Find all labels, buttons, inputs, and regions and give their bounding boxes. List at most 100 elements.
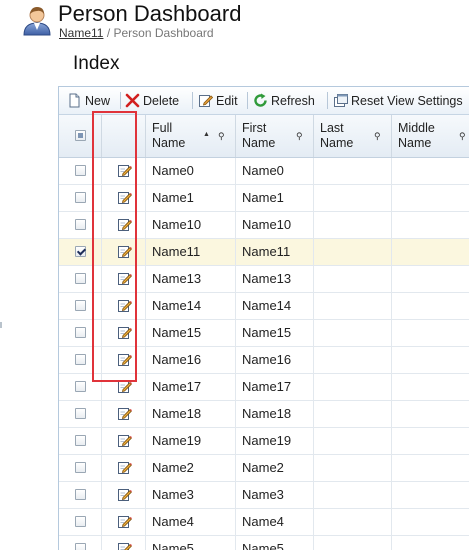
row-edit-cell [102,185,146,211]
new-doc-icon [67,93,82,108]
row-checkbox[interactable] [75,273,86,284]
table-header: FullName ▲ ⚲ FirstName ⚲ LastName ⚲ Midd… [59,115,469,158]
table-row[interactable]: Name16 Name16 [59,347,469,374]
last-name-cell [314,509,392,535]
row-checkbox[interactable] [75,192,86,203]
full-name-cell: Name17 [146,374,236,400]
edit-row-icon[interactable] [117,460,132,475]
table-row[interactable]: Name5 Name5 [59,536,469,550]
page-header: Person Dashboard Name11 / Person Dashboa… [0,0,469,50]
sort-ascending-icon[interactable]: ▲ [203,131,210,138]
middle-name-cell [392,293,469,319]
middle-name-cell [392,320,469,346]
table-row[interactable]: Name10 Name10 [59,212,469,239]
edit-row-icon[interactable] [117,244,132,259]
edit-row-icon[interactable] [117,379,132,394]
edit-button[interactable]: Edit [198,93,238,109]
table-body: Name0 Name0 Name1 Name1 [59,158,469,550]
table-row[interactable]: Name1 Name1 [59,185,469,212]
edit-row-icon[interactable] [117,406,132,421]
row-checkbox[interactable] [75,408,86,419]
last-name-cell [314,428,392,454]
filter-pin-icon[interactable]: ⚲ [374,131,381,142]
row-checkbox[interactable] [75,354,86,365]
full-name-cell: Name13 [146,266,236,292]
row-select-cell [59,266,102,292]
select-all-checkbox[interactable] [75,130,86,141]
row-checkbox[interactable] [75,435,86,446]
middle-name-cell [392,239,469,265]
full-name-cell: Name2 [146,455,236,481]
edit-row-icon[interactable] [117,163,132,178]
filter-pin-icon[interactable]: ⚲ [459,131,466,142]
first-name-cell: Name4 [236,509,314,535]
table-row[interactable]: Name15 Name15 [59,320,469,347]
breadcrumb-link[interactable]: Name11 [59,26,103,40]
table-row[interactable]: Name4 Name4 [59,509,469,536]
delete-button[interactable]: Delete [125,93,179,109]
last-name-cell [314,293,392,319]
table-row[interactable]: Name0 Name0 [59,158,469,185]
full-name-cell: Name16 [146,347,236,373]
row-select-cell [59,158,102,184]
edit-row-icon[interactable] [117,271,132,286]
row-edit-cell [102,158,146,184]
header-full-name[interactable]: FullName ▲ ⚲ [146,115,236,157]
row-checkbox[interactable] [75,516,86,527]
row-checkbox[interactable] [75,489,86,500]
new-button[interactable]: New [67,93,110,109]
middle-name-cell [392,158,469,184]
row-checkbox[interactable] [75,165,86,176]
full-name-cell: Name18 [146,401,236,427]
table-row[interactable]: Name18 Name18 [59,401,469,428]
row-checkbox[interactable] [75,219,86,230]
edit-row-icon[interactable] [117,487,132,502]
row-checkbox[interactable] [75,381,86,392]
edit-row-icon[interactable] [117,352,132,367]
table-row[interactable]: Name13 Name13 [59,266,469,293]
table-row[interactable]: Name11 Name11 [59,239,469,266]
full-name-cell: Name10 [146,212,236,238]
row-select-cell [59,401,102,427]
filter-pin-icon[interactable]: ⚲ [296,131,303,142]
last-name-cell [314,185,392,211]
row-select-cell [59,212,102,238]
first-name-cell: Name1 [236,185,314,211]
middle-name-cell [392,185,469,211]
table-row[interactable]: Name14 Name14 [59,293,469,320]
header-first-name[interactable]: FirstName ⚲ [236,115,314,157]
table-row[interactable]: Name3 Name3 [59,482,469,509]
row-select-cell [59,320,102,346]
grid-toolbar: New Delete Edit Refresh [59,87,469,115]
row-checkbox[interactable] [75,327,86,338]
edit-row-icon[interactable] [117,325,132,340]
first-name-cell: Name10 [236,212,314,238]
reset-view-settings-button[interactable]: Reset View Settings [333,93,463,109]
page-title: Person Dashboard [58,1,241,27]
header-last-name[interactable]: LastName ⚲ [314,115,392,157]
last-name-cell [314,455,392,481]
data-grid: New Delete Edit Refresh [58,86,469,550]
row-edit-cell [102,320,146,346]
first-name-cell: Name0 [236,158,314,184]
table-row[interactable]: Name19 Name19 [59,428,469,455]
edit-row-icon[interactable] [117,433,132,448]
row-edit-cell [102,347,146,373]
edit-row-icon[interactable] [117,514,132,529]
row-checkbox[interactable] [75,246,86,257]
full-name-cell: Name14 [146,293,236,319]
filter-pin-icon[interactable]: ⚲ [218,131,225,142]
row-checkbox[interactable] [75,462,86,473]
header-middle-name[interactable]: MiddleName ⚲ [392,115,469,157]
edit-row-icon[interactable] [117,298,132,313]
last-name-cell [314,320,392,346]
edit-row-icon[interactable] [117,190,132,205]
refresh-button[interactable]: Refresh [253,93,315,109]
full-name-cell: Name3 [146,482,236,508]
row-select-cell [59,509,102,535]
table-row[interactable]: Name17 Name17 [59,374,469,401]
table-row[interactable]: Name2 Name2 [59,455,469,482]
row-checkbox[interactable] [75,300,86,311]
full-name-cell: Name11 [146,239,236,265]
edit-row-icon[interactable] [117,217,132,232]
